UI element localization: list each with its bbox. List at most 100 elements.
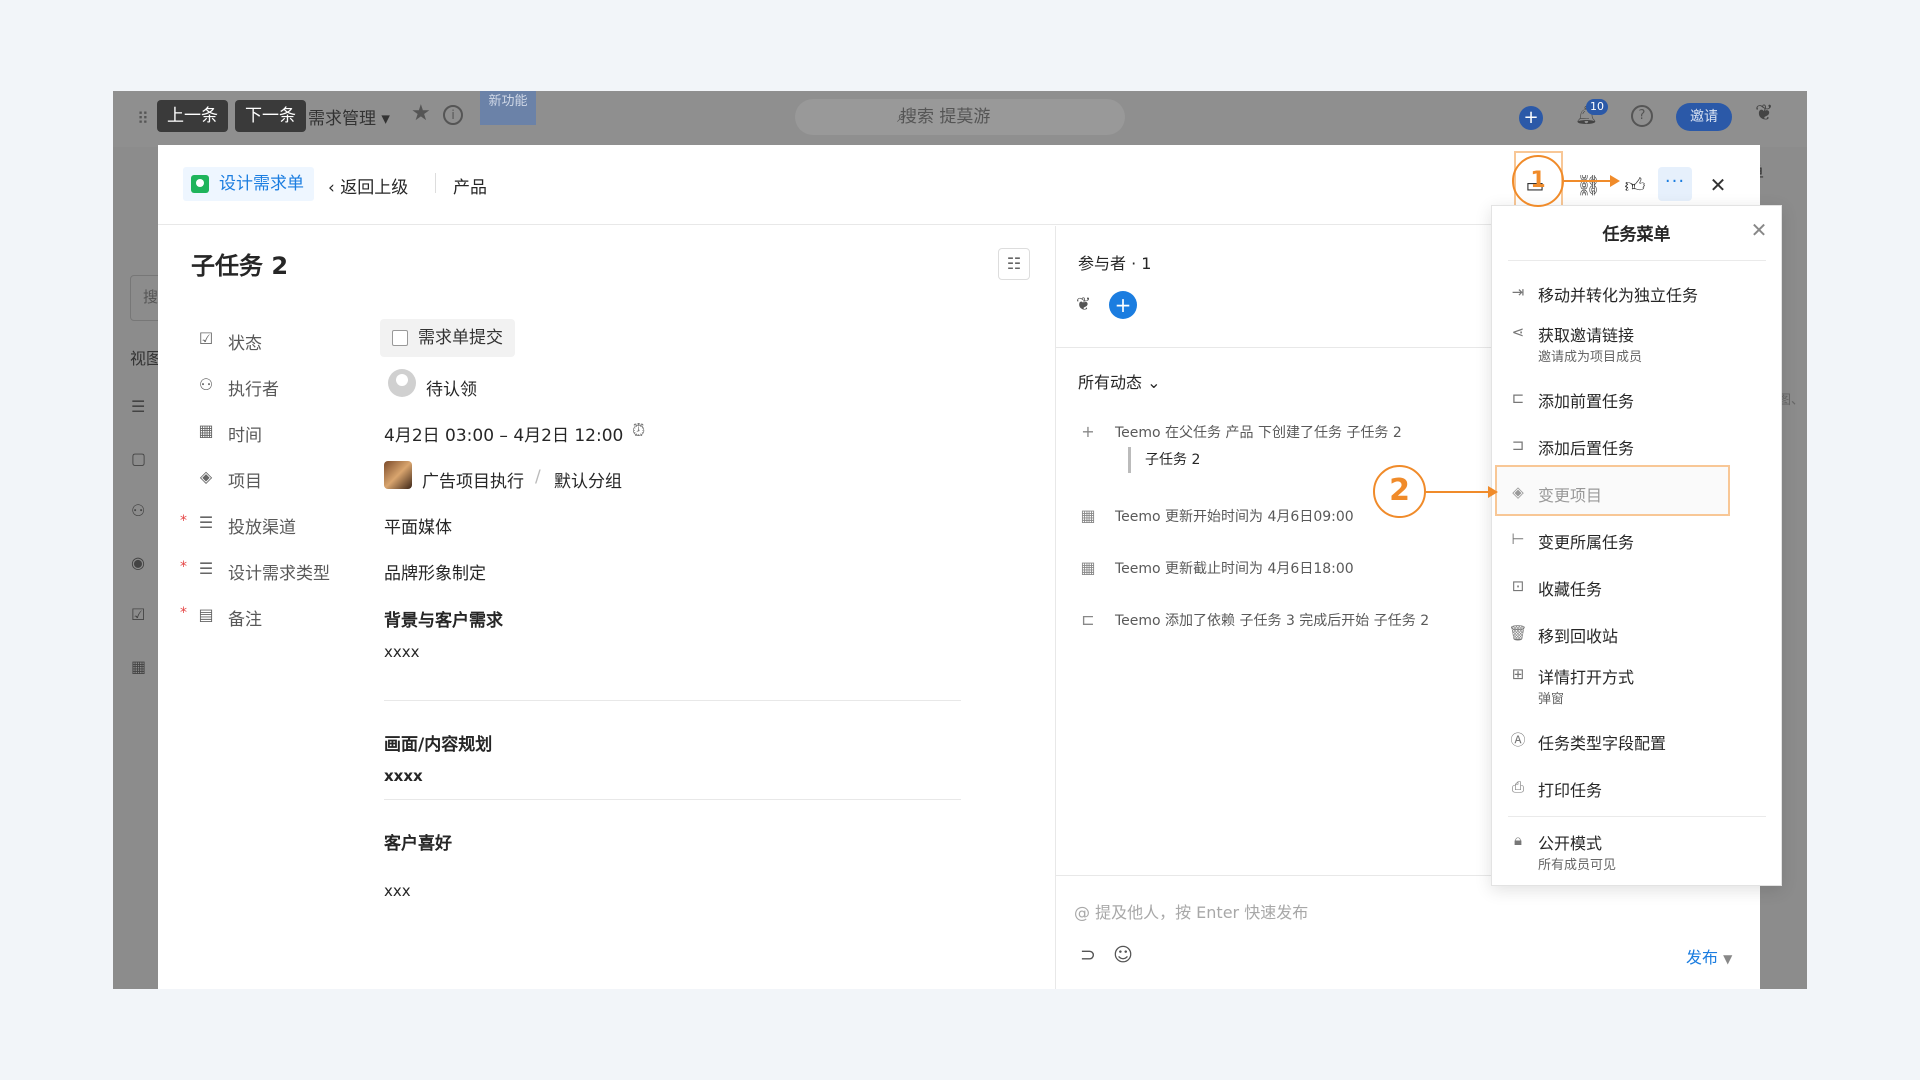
- checkbox-icon[interactable]: ☑: [131, 605, 151, 625]
- notes-section-2[interactable]: 画面/内容规划 xxxx: [384, 730, 492, 785]
- close-icon[interactable]: ✕: [1748, 218, 1770, 242]
- design-type-value[interactable]: 品牌形象制定: [384, 559, 486, 584]
- activity-filter[interactable]: 所有动态 ⌄: [1078, 369, 1161, 393]
- menu-title: 任务菜单: [1602, 225, 1671, 245]
- field-assignee: ⚇ 执行者 待认领: [158, 365, 1055, 405]
- participant-avatar[interactable]: ❦: [1076, 294, 1102, 320]
- project-thumbnail: [384, 461, 412, 489]
- status-select[interactable]: 需求单提交: [380, 319, 515, 357]
- step-2-marker: 2: [1373, 465, 1426, 518]
- bookmark-icon: ⊡: [1511, 577, 1525, 595]
- help-icon[interactable]: ?: [1631, 105, 1653, 127]
- invite-button[interactable]: 邀请: [1676, 103, 1732, 131]
- field-channel: * ☰ 投放渠道 平面媒体: [158, 503, 1055, 543]
- user-icon: ⚇: [198, 375, 214, 394]
- move-icon: ⇥: [1511, 283, 1525, 301]
- task-type-label: 设计需求单: [219, 174, 304, 194]
- step-2-arrow-head: [1488, 486, 1498, 498]
- dependency-icon: ⊐: [1511, 436, 1525, 454]
- close-icon[interactable]: ✕: [1706, 173, 1730, 197]
- plus-icon: +: [1081, 422, 1095, 441]
- status-checkbox[interactable]: [392, 330, 408, 346]
- task-title[interactable]: 子任务 2: [191, 246, 288, 281]
- user-icon[interactable]: ⚇: [131, 501, 151, 521]
- activity-text: Teemo 更新开始时间为 4月6日09:00: [1115, 509, 1354, 525]
- time-label: 时间: [228, 426, 262, 446]
- assignee-label: 执行者: [228, 380, 279, 400]
- new-feature-badge[interactable]: 新功能: [480, 91, 536, 125]
- person-circle-icon[interactable]: ◉: [131, 553, 151, 573]
- attachment-icon[interactable]: ⊃: [1076, 944, 1100, 968]
- global-search-input[interactable]: ⌕ 搜索 提莫游: [795, 99, 1125, 135]
- assignee-avatar[interactable]: [388, 369, 416, 397]
- menu-item-label: 公开模式: [1538, 834, 1603, 853]
- menu-item-label: 变更项目: [1538, 486, 1603, 505]
- project-value[interactable]: 广告项目执行: [422, 467, 524, 492]
- required-mark: *: [180, 559, 187, 575]
- menu-item-sub: 邀请成为项目成员: [1538, 350, 1643, 365]
- calendar-icon[interactable]: ▦: [131, 657, 151, 677]
- alarm-icon[interactable]: ⏰︎: [632, 421, 652, 441]
- back-to-parent-link[interactable]: ‹ 返回上级: [328, 173, 408, 198]
- task-type-icon: [191, 175, 209, 193]
- info-icon[interactable]: i: [443, 105, 463, 125]
- project-group[interactable]: 默认分组: [554, 467, 622, 492]
- star-icon[interactable]: ★: [411, 101, 431, 126]
- project-title[interactable]: 需求管理 ▾: [308, 104, 390, 129]
- dependency-icon: ⊏: [1081, 610, 1095, 629]
- thumbs-up-icon[interactable]: 👍︎: [1623, 173, 1647, 197]
- list-icon[interactable]: ☰: [131, 397, 151, 417]
- checklist-icon: ☰: [198, 559, 214, 578]
- chevron-down-icon: ⌄: [1147, 373, 1161, 392]
- square-icon[interactable]: ▢: [131, 449, 151, 469]
- menu-item-sub: 弹窗: [1538, 692, 1565, 707]
- time-value[interactable]: 4月2日 03:00 – 4月2日 12:00: [384, 421, 623, 446]
- activity-text: Teemo 在父任务 产品 下创建了任务 子任务 2: [1115, 425, 1402, 441]
- menu-item-sub: 所有成员可见: [1538, 858, 1617, 873]
- notes-section-1[interactable]: 背景与客户需求 xxxx: [384, 606, 503, 661]
- activity-quote[interactable]: 子任务 2: [1128, 447, 1200, 473]
- notes-body: xxxx: [384, 767, 423, 785]
- assignee-value[interactable]: 待认领: [426, 375, 477, 400]
- project-separator: /: [535, 467, 541, 487]
- caret-down-icon[interactable]: ▼: [1723, 952, 1732, 966]
- design-type-label: 设计需求类型: [228, 564, 330, 584]
- tree-icon: ⊢: [1511, 530, 1525, 548]
- menu-item-label: 移动并转化为独立任务: [1538, 286, 1699, 305]
- menu-item-label: 变更所属任务: [1538, 533, 1635, 552]
- notes-body: xxx: [384, 882, 411, 900]
- notification-count: 10: [1586, 99, 1608, 115]
- step-1-marker: 1: [1512, 155, 1564, 207]
- add-participant-button[interactable]: +: [1109, 291, 1137, 319]
- emoji-icon[interactable]: ☺: [1111, 944, 1135, 968]
- menu-divider: [1508, 816, 1766, 817]
- trash-icon: 🗑︎: [1508, 624, 1528, 642]
- next-item-button[interactable]: 下一条: [235, 100, 306, 132]
- layout-toggle-icon[interactable]: ☷: [998, 248, 1030, 280]
- publish-button[interactable]: 发布 ▼: [1686, 944, 1732, 968]
- channel-value[interactable]: 平面媒体: [384, 513, 452, 538]
- field-design-type: * ☰ 设计需求类型 品牌形象制定: [158, 549, 1055, 589]
- user-avatar[interactable]: ❦: [1755, 101, 1785, 135]
- create-button[interactable]: +: [1519, 106, 1543, 130]
- notes-section-3[interactable]: 客户喜好 xxx: [384, 829, 452, 900]
- checkbox-icon: ☑: [198, 329, 214, 348]
- notes-body: xxxx: [384, 643, 420, 661]
- highlight-change-project: [1495, 465, 1730, 516]
- more-menu-button[interactable]: ···: [1658, 167, 1692, 201]
- lock-icon: 🔒︎: [1514, 831, 1522, 849]
- prev-item-button[interactable]: 上一条: [157, 100, 228, 132]
- menu-item-label: 详情打开方式: [1538, 668, 1635, 687]
- apps-grid-icon[interactable]: ⠿: [137, 109, 157, 129]
- task-type-tag[interactable]: 设计需求单: [183, 167, 314, 201]
- menu-item-label: 添加前置任务: [1538, 392, 1635, 411]
- menu-item-label: 打印任务: [1538, 781, 1603, 800]
- comment-input[interactable]: @ 提及他人，按 Enter 快速发布: [1074, 899, 1308, 923]
- field-status: ☑ 状态 需求单提交: [158, 319, 1055, 359]
- breadcrumb-parent[interactable]: 产品: [453, 173, 487, 198]
- required-mark: *: [180, 513, 187, 529]
- field-config-icon: Ⓐ: [1510, 731, 1526, 749]
- required-mark: *: [180, 605, 187, 621]
- calendar-icon: ▦: [1080, 506, 1096, 525]
- link-icon[interactable]: ⛓: [1576, 173, 1601, 197]
